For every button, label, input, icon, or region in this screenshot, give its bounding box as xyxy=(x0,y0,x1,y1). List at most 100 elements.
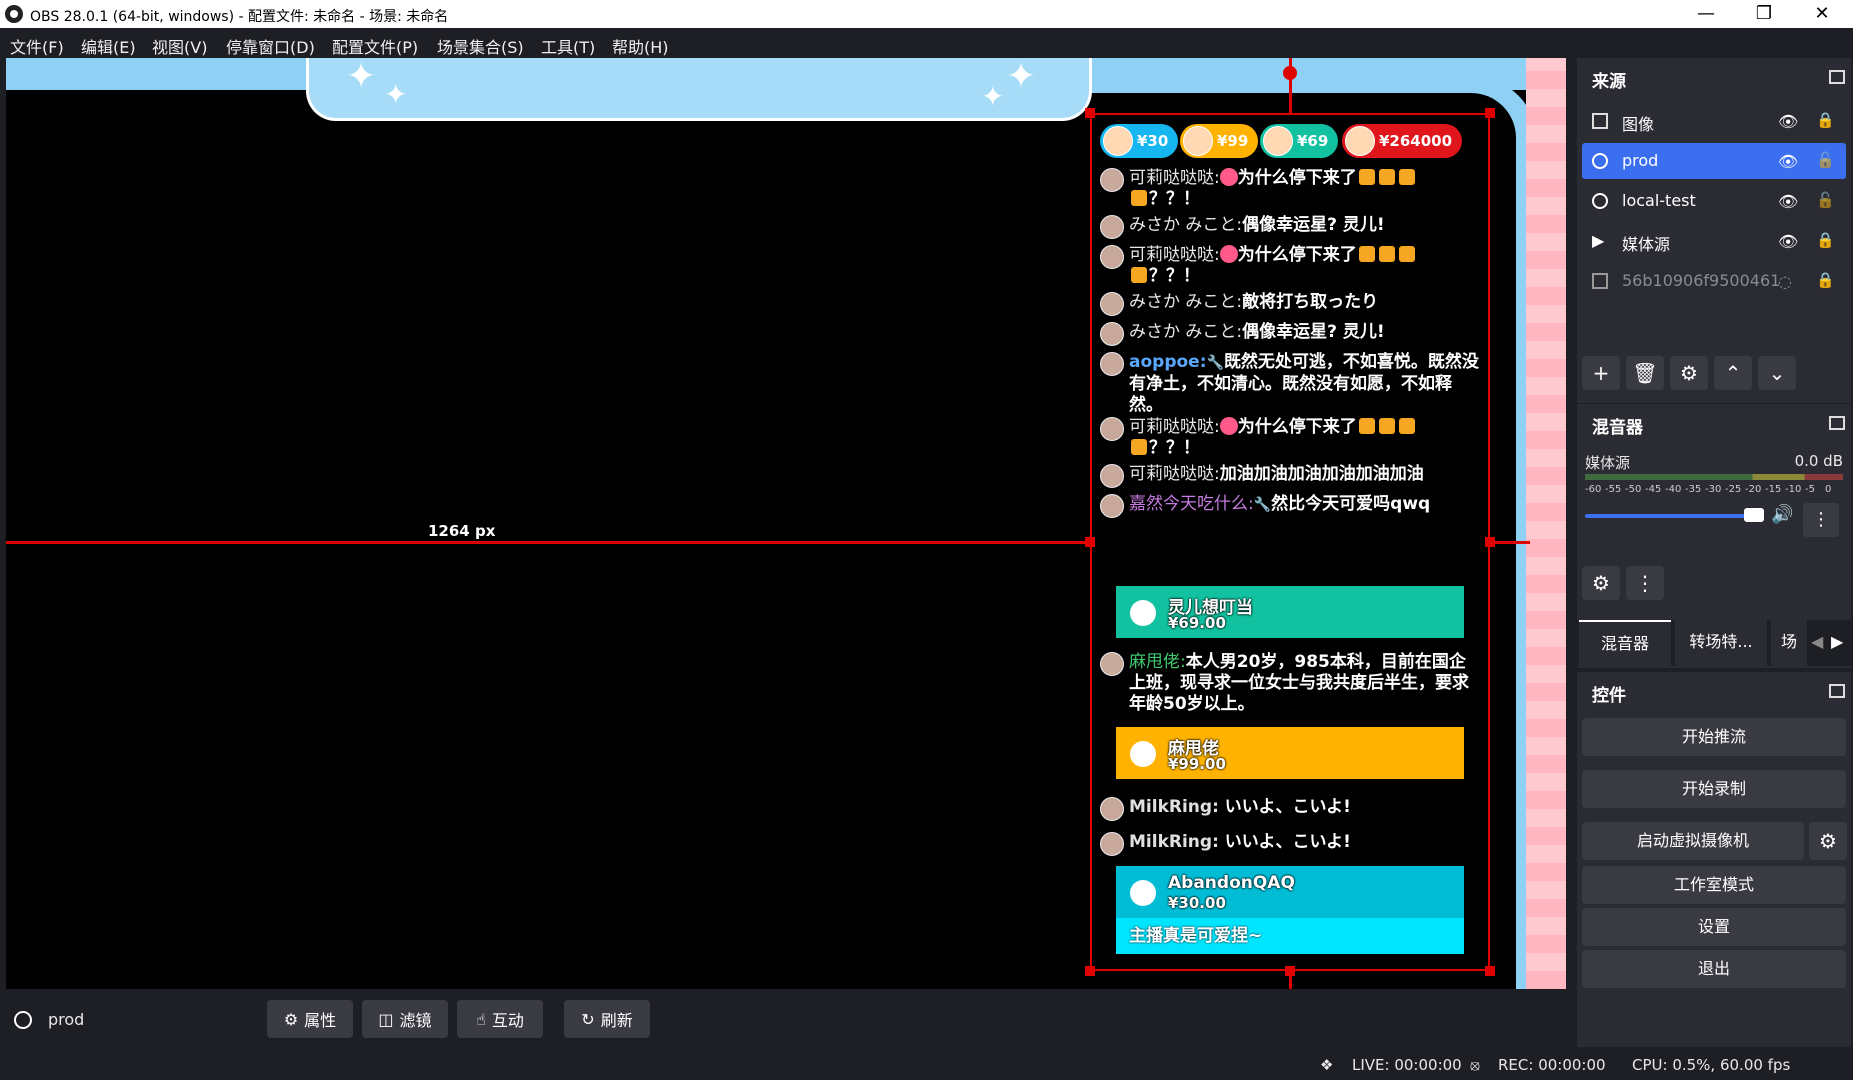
volume-slider[interactable] xyxy=(1585,514,1756,518)
menu-view[interactable]: 视图(V) xyxy=(152,34,207,58)
move-down-button[interactable]: ⌄ xyxy=(1758,356,1796,390)
star-icon: ✦ xyxy=(1006,58,1037,97)
meter-tick-label: -15 xyxy=(1765,484,1782,495)
undock-icon[interactable] xyxy=(1829,684,1845,698)
rec-icon: ⦻ xyxy=(1470,1056,1480,1074)
meter-tick-label: -20 xyxy=(1745,484,1762,495)
meter-tick-label: -5 xyxy=(1805,484,1815,495)
tab-mixer[interactable]: 混音器 xyxy=(1579,620,1671,666)
tab-transitions[interactable]: 转场特... xyxy=(1675,620,1767,666)
measure-line xyxy=(1490,541,1530,544)
undock-icon[interactable] xyxy=(1829,70,1845,84)
source-properties-button[interactable]: ⚙ xyxy=(1670,356,1708,390)
close-icon[interactable]: ✕ xyxy=(1793,0,1851,28)
menu-profile[interactable]: 配置文件(P) xyxy=(332,34,418,58)
image-icon xyxy=(1592,273,1608,289)
menu-scene-collection[interactable]: 场景集合(S) xyxy=(437,34,524,58)
remove-source-button[interactable]: 🗑 xyxy=(1626,356,1664,390)
add-source-button[interactable]: + xyxy=(1582,356,1620,390)
rotate-handle[interactable] xyxy=(1283,66,1297,80)
eye-icon[interactable]: 👁 xyxy=(1778,152,1798,171)
eye-hidden-icon[interactable]: ◌ xyxy=(1778,272,1796,291)
speaker-icon[interactable]: 🔊 xyxy=(1771,504,1793,525)
measure-line xyxy=(1289,971,1292,989)
chevron-right-icon[interactable]: ▶ xyxy=(1831,632,1843,651)
refresh-button[interactable]: ↻ 刷新 xyxy=(564,1000,650,1038)
properties-button[interactable]: ⚙ 属性 xyxy=(267,1000,353,1038)
dock-tabs: 混音器 转场特... 场 ◀ ▶ xyxy=(1577,620,1851,666)
overlay-pink-stripes xyxy=(1526,58,1566,989)
play-icon: ▶ xyxy=(1592,231,1605,250)
mixer-level: 0.0 dB xyxy=(1794,452,1843,470)
window-title: OBS 28.0.1 (64-bit, windows) - 配置文件: 未命名… xyxy=(30,9,449,25)
menu-docks[interactable]: 停靠窗口(D) xyxy=(226,34,315,58)
source-item-prod[interactable]: prod 👁 🔓 xyxy=(1582,143,1846,179)
star-icon: ✦ xyxy=(346,58,377,97)
globe-icon xyxy=(1592,193,1608,209)
sources-dock: 来源 图像 👁 🔒 prod 👁 🔓 local-test 👁 🔓 ▶ 媒体源 … xyxy=(1577,58,1851,403)
eye-icon[interactable]: 👁 xyxy=(1778,112,1798,131)
move-up-button[interactable]: ⌃ xyxy=(1714,356,1752,390)
mixer-more-button[interactable]: ⋮ xyxy=(1626,566,1664,600)
lock-icon[interactable]: 🔒 xyxy=(1816,231,1835,249)
resize-handle[interactable] xyxy=(1485,108,1495,118)
interact-button[interactable]: ☝ 互动 xyxy=(457,1000,543,1038)
mixer-menu-button[interactable]: ⋮ xyxy=(1803,503,1839,537)
volume-slider-handle[interactable] xyxy=(1744,508,1764,522)
star-icon: ✦ xyxy=(384,78,408,111)
source-item-media[interactable]: ▶ 媒体源 👁 🔒 xyxy=(1582,223,1846,259)
start-recording-button[interactable]: 开始录制 xyxy=(1582,770,1846,808)
advanced-audio-button[interactable]: ⚙ xyxy=(1582,566,1620,600)
title-bar: OBS 28.0.1 (64-bit, windows) - 配置文件: 未命名… xyxy=(0,0,1853,28)
meter-tick-label: -40 xyxy=(1665,484,1682,495)
lock-icon[interactable]: 🔒 xyxy=(1816,271,1835,289)
globe-icon xyxy=(1592,153,1608,169)
resize-handle[interactable] xyxy=(1485,966,1495,976)
chevron-left-icon[interactable]: ◀ xyxy=(1811,632,1823,651)
menu-tools[interactable]: 工具(T) xyxy=(541,34,595,58)
resize-handle[interactable] xyxy=(1085,966,1095,976)
filters-button[interactable]: ◫ 滤镜 xyxy=(362,1000,448,1038)
filter-icon: ◫ xyxy=(378,1009,394,1029)
selected-source-name: prod xyxy=(48,1010,85,1029)
resize-handle[interactable] xyxy=(1085,108,1095,118)
source-toolbar: prod ⚙ 属性 ◫ 滤镜 ☝ 互动 ↻ 刷新 xyxy=(6,993,1566,1045)
meter-tick-label: -60 xyxy=(1585,484,1602,495)
status-bar: ❖ LIVE: 00:00:00 ⦻ REC: 00:00:00 CPU: 0.… xyxy=(0,1050,1853,1080)
settings-button[interactable]: 设置 xyxy=(1582,908,1846,946)
lock-icon[interactable]: 🔒 xyxy=(1816,111,1835,129)
studio-mode-button[interactable]: 工作室模式 xyxy=(1582,866,1846,904)
gear-icon: ⚙ xyxy=(283,1009,299,1029)
eye-icon[interactable]: 👁 xyxy=(1778,232,1798,251)
hand-pointer-icon: ☝ xyxy=(476,1009,486,1029)
start-virtual-camera-button[interactable]: 启动虚拟摄像机 xyxy=(1582,822,1804,860)
source-item-local-test[interactable]: local-test 👁 🔓 xyxy=(1582,183,1846,219)
meter-tick-label: -25 xyxy=(1725,484,1742,495)
undock-icon[interactable] xyxy=(1829,416,1845,430)
source-item-hidden-image[interactable]: 56b10906f9500461 ◌ 🔒 xyxy=(1582,263,1846,299)
volume-meter xyxy=(1585,474,1843,480)
menu-edit[interactable]: 编辑(E) xyxy=(81,34,136,58)
exit-button[interactable]: 退出 xyxy=(1582,950,1846,988)
globe-icon xyxy=(14,1011,32,1029)
unlock-icon[interactable]: 🔓 xyxy=(1816,191,1835,209)
star-icon: ✦ xyxy=(981,80,1005,113)
selection-bounding-box[interactable] xyxy=(1090,113,1490,971)
obs-logo-icon xyxy=(5,5,23,23)
minimize-icon[interactable]: — xyxy=(1677,0,1735,28)
tab-scenes[interactable]: 场 xyxy=(1771,620,1807,666)
start-streaming-button[interactable]: 开始推流 xyxy=(1582,718,1846,756)
menu-file[interactable]: 文件(F) xyxy=(10,34,64,58)
overlay-banner xyxy=(306,58,1092,121)
controls-dock: 控件 开始推流 开始录制 启动虚拟摄像机 ⚙ 工作室模式 设置 退出 xyxy=(1577,672,1851,1047)
mixer-dock: 混音器 媒体源 0.0 dB -60 -55 -50 -45 -40 -35 -30 -25-… xyxy=(1577,404,1851,668)
menu-help[interactable]: 帮助(H) xyxy=(612,34,669,58)
meter-ticks: -60 -55 -50 -45 -40 -35 -30 -25 -20 -15 -10 -5 0 xyxy=(1585,484,1847,498)
meter-tick-label: -55 xyxy=(1605,484,1622,495)
unlock-icon[interactable]: 🔓 xyxy=(1816,151,1835,169)
eye-icon[interactable]: 👁 xyxy=(1778,192,1798,211)
source-item-image[interactable]: 图像 👁 🔒 xyxy=(1582,103,1846,139)
restore-icon[interactable]: ❐ xyxy=(1735,0,1793,28)
meter-tick-label: -35 xyxy=(1685,484,1702,495)
virtual-camera-settings-button[interactable]: ⚙ xyxy=(1809,822,1847,860)
